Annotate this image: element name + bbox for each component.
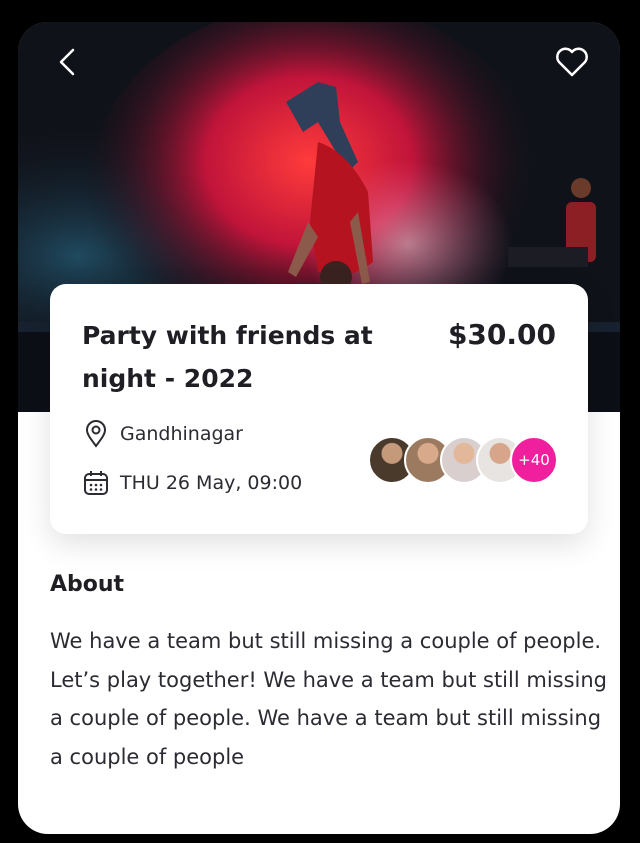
about-heading: About — [50, 572, 125, 597]
event-info-card: Party with friends at night - 2022 $30.0… — [50, 284, 588, 534]
back-button[interactable] — [46, 40, 90, 84]
datetime-label: THU 26 May, 09:00 — [120, 472, 303, 494]
event-location: Gandhinagar — [82, 420, 243, 448]
map-pin-icon — [82, 420, 110, 448]
event-price: $30.00 — [447, 318, 556, 351]
calendar-icon — [82, 469, 110, 497]
location-label: Gandhinagar — [120, 423, 243, 445]
more-attendees-badge[interactable]: +40 — [510, 436, 558, 484]
favorite-button[interactable] — [550, 40, 594, 84]
chevron-left-icon — [59, 48, 75, 76]
event-title: Party with friends at night - 2022 — [82, 321, 373, 393]
heart-icon — [556, 47, 588, 77]
event-detail-screen: Party with friends at night - 2022 $30.0… — [18, 22, 620, 834]
attendee-avatars[interactable]: +40 — [368, 436, 558, 484]
event-date: THU 26 May, 09:00 — [82, 469, 302, 497]
about-description: We have a team but still missing a coupl… — [50, 629, 608, 769]
